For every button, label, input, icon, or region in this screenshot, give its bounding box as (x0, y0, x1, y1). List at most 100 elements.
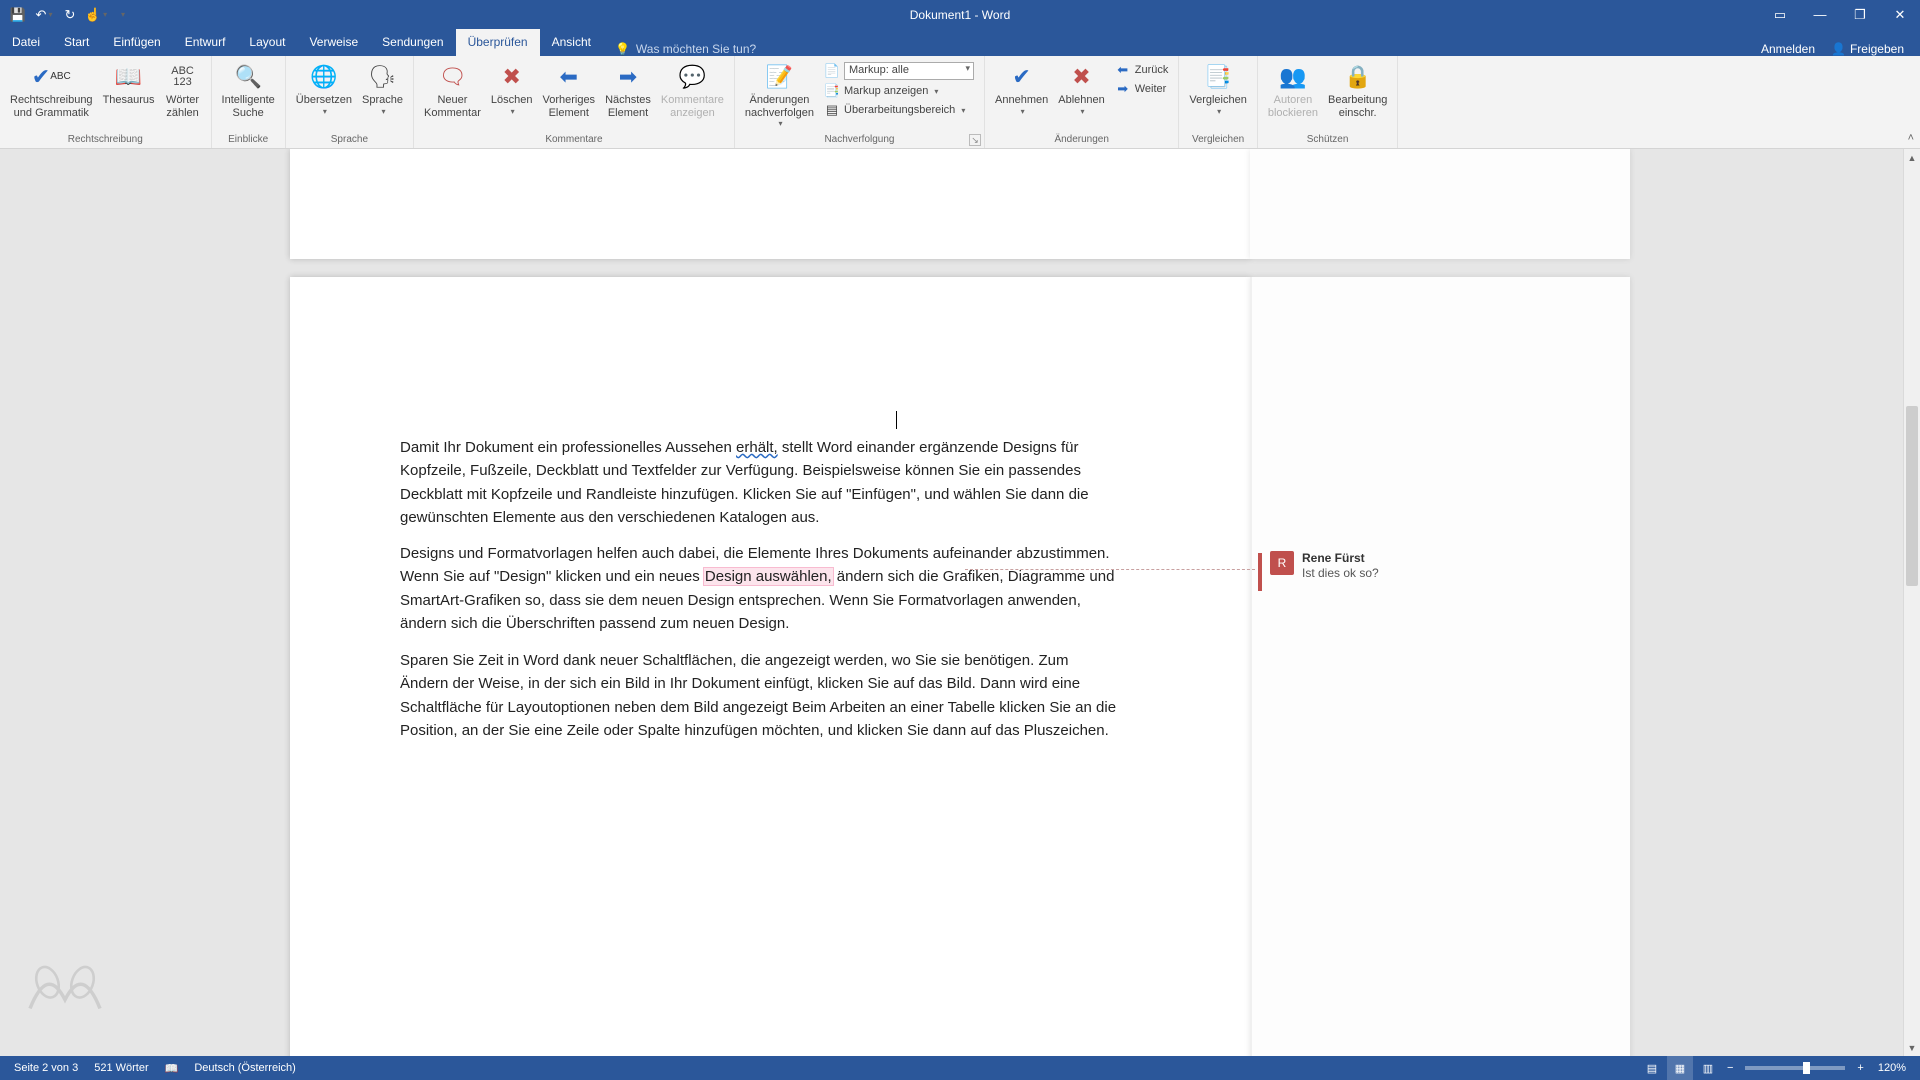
comment-indicator-bar (1258, 553, 1262, 591)
web-layout-button[interactable]: ▥ (1695, 1056, 1721, 1080)
page-indicator[interactable]: Seite 2 von 3 (6, 1056, 86, 1080)
smart-lookup-button[interactable]: 🔍 Intelligente Suche (218, 59, 279, 121)
previous-comment-button[interactable]: ⬅ Vorheriges Element (538, 59, 599, 121)
save-button[interactable]: 💾 (6, 3, 30, 27)
tell-me-search[interactable]: 💡 Was möchten Sie tun? (603, 42, 768, 56)
zoom-level[interactable]: 120% (1870, 1062, 1914, 1074)
collapse-ribbon-button[interactable]: ˄ (1906, 130, 1916, 146)
new-comment-button[interactable]: 🗨 Neuer Kommentar (420, 59, 485, 121)
markup-column (1250, 277, 1630, 1056)
spellcheck-button[interactable]: ✔ABC Rechtschreibung und Grammatik (6, 59, 97, 121)
track-changes-button[interactable]: 📝 Änderungen nachverfolgen ▾ (741, 59, 818, 130)
language-button[interactable]: 🗣 Sprache ▾ (358, 59, 407, 118)
next-change-button[interactable]: ➡ Weiter (1111, 80, 1173, 98)
scroll-down-button[interactable]: ▼ (1904, 1039, 1920, 1056)
compare-icon: 📑 (1202, 61, 1234, 93)
vertical-scrollbar[interactable]: ▲ ▼ (1903, 149, 1920, 1056)
group-label-vergleichen: Vergleichen (1185, 132, 1251, 148)
paragraph-2[interactable]: Designs und Formatvorlagen helfen auch d… (400, 542, 1120, 635)
next-comment-icon: ➡ (612, 61, 644, 93)
paragraph-1[interactable]: Damit Ihr Dokument ein professionelles A… (400, 436, 1120, 529)
commented-text[interactable]: Design auswählen, (704, 568, 833, 585)
scroll-thumb[interactable] (1906, 406, 1918, 586)
previous-page[interactable] (290, 149, 1250, 259)
restrict-editing-button[interactable]: 🔒 Bearbeitung einschr. (1324, 59, 1391, 121)
print-layout-button[interactable]: ▦ (1667, 1056, 1693, 1080)
tab-ansicht[interactable]: Ansicht (540, 29, 603, 56)
group-label-aenderungen: Änderungen (991, 132, 1172, 148)
markup-display-select[interactable]: 📄 Markup: alle (820, 61, 978, 81)
ribbon-display-options-button[interactable]: ▭ (1760, 0, 1800, 29)
translate-button[interactable]: 🌐 Übersetzen ▾ (292, 59, 356, 118)
markup-column-prev (1250, 149, 1630, 259)
next-change-icon: ➡ (1115, 81, 1131, 97)
qat-customize-button[interactable]: ▾ (110, 3, 134, 27)
group-schuetzen: 👥 Autoren blockieren 🔒 Bearbeitung einsc… (1258, 56, 1398, 148)
group-label-rechtschreibung: Rechtschreibung (6, 132, 205, 148)
smart-lookup-icon: 🔍 (232, 61, 264, 93)
previous-change-button[interactable]: ⬅ Zurück (1111, 61, 1173, 79)
compare-button[interactable]: 📑 Vergleichen ▾ (1185, 59, 1251, 118)
tell-me-placeholder: Was möchten Sie tun? (636, 42, 756, 56)
sign-in-link[interactable]: Anmelden (1761, 42, 1815, 56)
group-einblicke: 🔍 Intelligente Suche Einblicke (212, 56, 286, 148)
watermark-icon (20, 956, 110, 1026)
zoom-in-button[interactable]: + (1853, 1062, 1867, 1074)
print-layout-icon: ▦ (1675, 1062, 1685, 1075)
zoom-slider[interactable] (1745, 1066, 1845, 1070)
zoom-out-button[interactable]: − (1723, 1062, 1737, 1074)
tab-verweise[interactable]: Verweise (297, 29, 370, 56)
new-comment-icon: 🗨 (436, 61, 468, 93)
next-comment-button[interactable]: ➡ Nächstes Element (601, 59, 655, 121)
language-icon: 🗣 (367, 61, 399, 93)
share-button[interactable]: 👤 Freigeben (1831, 42, 1904, 56)
document-area[interactable]: Damit Ihr Dokument ein professionelles A… (0, 149, 1920, 1056)
zoom-slider-thumb[interactable] (1803, 1062, 1810, 1074)
avatar: R (1270, 551, 1294, 575)
markup-select-value: Markup: alle (844, 62, 974, 80)
accept-button[interactable]: ✔ Annehmen ▾ (991, 59, 1052, 118)
spellcheck-icon: ✔ABC (35, 61, 67, 93)
tab-datei[interactable]: Datei (0, 29, 52, 56)
tracking-dialog-launcher[interactable]: ↘ (969, 134, 981, 146)
word-count-indicator[interactable]: 521 Wörter (86, 1056, 156, 1080)
reviewing-pane-button[interactable]: ▤ Überarbeitungsbereich▾ (820, 101, 978, 119)
tab-start[interactable]: Start (52, 29, 101, 56)
touch-mode-button[interactable]: ☝▾ (84, 3, 108, 27)
word-count-button[interactable]: ABC123 Wörter zählen (161, 59, 205, 121)
comment-text: Ist dies ok so? (1302, 566, 1379, 580)
thesaurus-button[interactable]: 📖 Thesaurus (99, 59, 159, 109)
minimize-icon: — (1814, 7, 1827, 22)
reject-button[interactable]: ✖ Ablehnen ▾ (1054, 59, 1109, 118)
previous-comment-icon: ⬅ (553, 61, 585, 93)
scroll-track[interactable] (1904, 166, 1920, 1039)
markup-display-icon: 📄 (824, 63, 840, 79)
undo-icon: ↶ (36, 7, 47, 23)
delete-comment-button[interactable]: ✖ Löschen ▾ (487, 59, 537, 118)
minimize-button[interactable]: — (1800, 0, 1840, 29)
group-kommentare: 🗨 Neuer Kommentar ✖ Löschen ▾ ⬅ Vorherig… (414, 56, 735, 148)
paragraph-3[interactable]: Sparen Sie Zeit in Word dank neuer Schal… (400, 649, 1120, 742)
maximize-button[interactable]: ❐ (1840, 0, 1880, 29)
ribbon: ✔ABC Rechtschreibung und Grammatik 📖 The… (0, 56, 1920, 149)
delete-comment-icon: ✖ (496, 61, 528, 93)
tab-sendungen[interactable]: Sendungen (370, 29, 455, 56)
tab-einfuegen[interactable]: Einfügen (101, 29, 172, 56)
accept-icon: ✔ (1006, 61, 1038, 93)
redo-button[interactable]: ↻ (58, 3, 82, 27)
save-icon: 💾 (10, 7, 26, 23)
spelling-wavy[interactable]: erhält, (736, 439, 778, 456)
read-mode-button[interactable]: ▤ (1639, 1056, 1665, 1080)
language-indicator[interactable]: Deutsch (Österreich) (186, 1056, 303, 1080)
proofing-button[interactable]: 📖 (157, 1056, 187, 1080)
scroll-up-button[interactable]: ▲ (1904, 149, 1920, 166)
comment-balloon[interactable]: R Rene Fürst Ist dies ok so? (1270, 551, 1379, 580)
tab-layout[interactable]: Layout (237, 29, 297, 56)
close-button[interactable]: ✕ (1880, 0, 1920, 29)
tab-ueberpruefen[interactable]: Überprüfen (456, 29, 540, 56)
title-bar: 💾 ↶▾ ↻ ☝▾ ▾ Dokument1 - Word ▭ — ❐ ✕ (0, 0, 1920, 29)
tab-entwurf[interactable]: Entwurf (173, 29, 238, 56)
show-markup-button[interactable]: 📑 Markup anzeigen▾ (820, 82, 978, 100)
group-label-sprache: Sprache (292, 132, 407, 148)
undo-button[interactable]: ↶▾ (32, 3, 56, 27)
